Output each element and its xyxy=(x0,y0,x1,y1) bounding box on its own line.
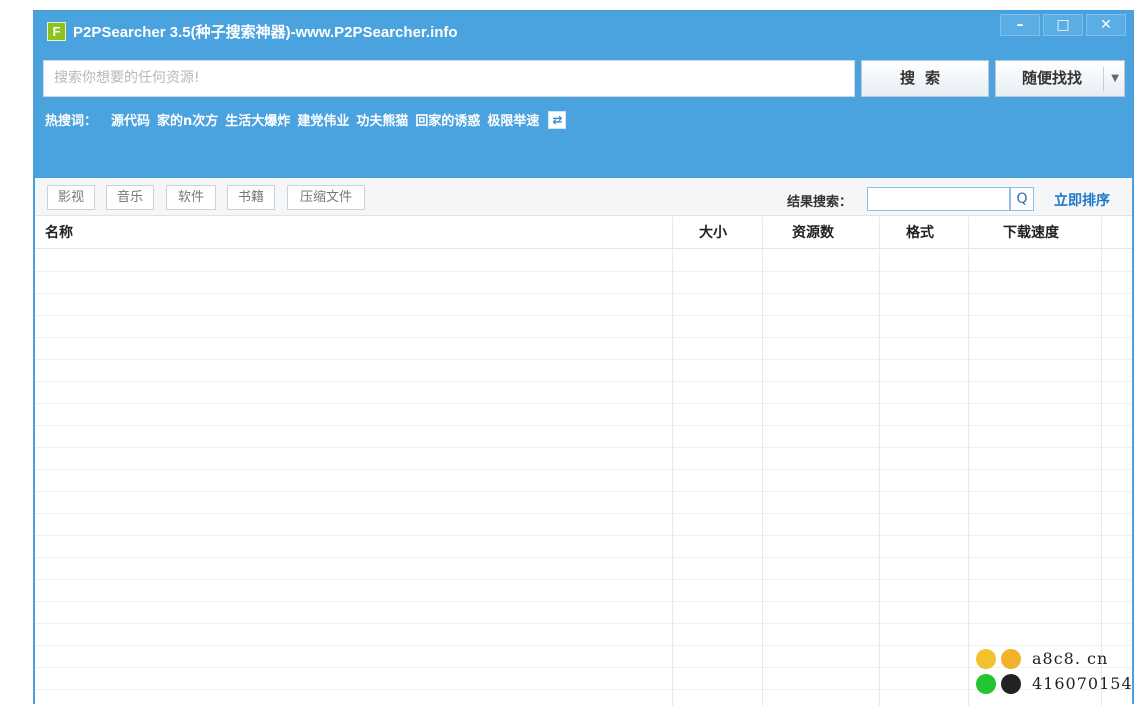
refresh-icon[interactable]: ⇄ xyxy=(548,110,567,129)
sort-now-link[interactable]: 立即排序 xyxy=(1054,190,1110,210)
column-header-name[interactable]: 名称 xyxy=(45,217,73,249)
column-header-format[interactable]: 格式 xyxy=(906,217,934,249)
hot-word-link[interactable]: 回家的诱惑 xyxy=(415,110,480,129)
category-button-books[interactable]: 书籍 xyxy=(227,185,275,210)
hot-word-link[interactable]: 源代码 xyxy=(111,110,150,129)
hot-word-link[interactable]: 家的n次方 xyxy=(157,110,218,129)
search-input[interactable]: 搜索你想要的任何资源! xyxy=(43,60,855,97)
window-title: P2PSearcher 3.5(种子搜索神器)-www.P2PSearcher.… xyxy=(73,24,458,41)
column-divider xyxy=(879,217,880,706)
column-header-size[interactable]: 大小 xyxy=(699,217,727,249)
watermark-site: a8c8. cn xyxy=(1032,649,1109,668)
column-divider xyxy=(968,217,969,706)
button-separator xyxy=(1103,67,1104,91)
window-controls: – □ ✕ xyxy=(1000,14,1126,36)
category-button-software[interactable]: 软件 xyxy=(166,185,216,210)
badge-icon xyxy=(976,648,996,669)
hot-word-link[interactable]: 生活大爆炸 xyxy=(225,110,290,129)
minimize-button[interactable]: – xyxy=(1000,14,1040,36)
category-toolbar: 影视 音乐 软件 书籍 压缩文件 结果搜索： Q 立即排序 xyxy=(35,178,1132,216)
result-filter-label: 结果搜索： xyxy=(787,195,853,210)
hot-word-link[interactable]: 功夫熊猫 xyxy=(356,110,408,129)
header-panel: F P2PSearcher 3.5(种子搜索神器)-www.P2PSearche… xyxy=(35,12,1132,178)
app-logo-icon: F xyxy=(47,22,66,41)
category-button-archives[interactable]: 压缩文件 xyxy=(287,185,365,210)
hot-words-label: 热搜词： xyxy=(45,114,98,129)
app-window: F P2PSearcher 3.5(种子搜索神器)-www.P2PSearche… xyxy=(33,10,1134,706)
search-button[interactable]: 搜索 xyxy=(861,60,989,97)
avatar-icon xyxy=(1001,648,1021,669)
column-divider xyxy=(1101,217,1102,706)
column-header-speed[interactable]: 下载速度 xyxy=(1003,217,1059,249)
random-search-button[interactable]: 随便找找 ▼ xyxy=(995,60,1125,97)
column-divider xyxy=(762,217,763,706)
close-button[interactable]: ✕ xyxy=(1086,14,1126,36)
watermark-site-row: a8c8. cn xyxy=(976,646,1136,671)
watermark: a8c8. cn 416070154 xyxy=(976,646,1136,696)
watermark-qq: 416070154 xyxy=(1032,674,1133,693)
category-button-music[interactable]: 音乐 xyxy=(106,185,154,210)
hot-word-link[interactable]: 极限举速 xyxy=(487,110,539,129)
result-filter-input[interactable] xyxy=(867,187,1010,211)
watermark-qq-row: 416070154 xyxy=(976,671,1136,696)
column-header-sources[interactable]: 资源数 xyxy=(792,217,834,249)
hot-words-bar: 热搜词： 源代码 家的n次方 生活大爆炸 建党伟业 功夫熊猫 回家的诱惑 极限举… xyxy=(45,110,567,129)
qq-penguin-icon xyxy=(1001,673,1021,694)
search-icon[interactable]: Q xyxy=(1010,187,1034,211)
random-search-label: 随便找找 xyxy=(1022,69,1083,87)
wechat-icon xyxy=(976,673,996,694)
column-divider xyxy=(672,217,673,706)
maximize-button[interactable]: □ xyxy=(1043,14,1083,36)
hot-word-link[interactable]: 建党伟业 xyxy=(297,110,349,129)
category-button-video[interactable]: 影视 xyxy=(47,185,95,210)
chevron-down-icon[interactable]: ▼ xyxy=(1111,61,1119,96)
